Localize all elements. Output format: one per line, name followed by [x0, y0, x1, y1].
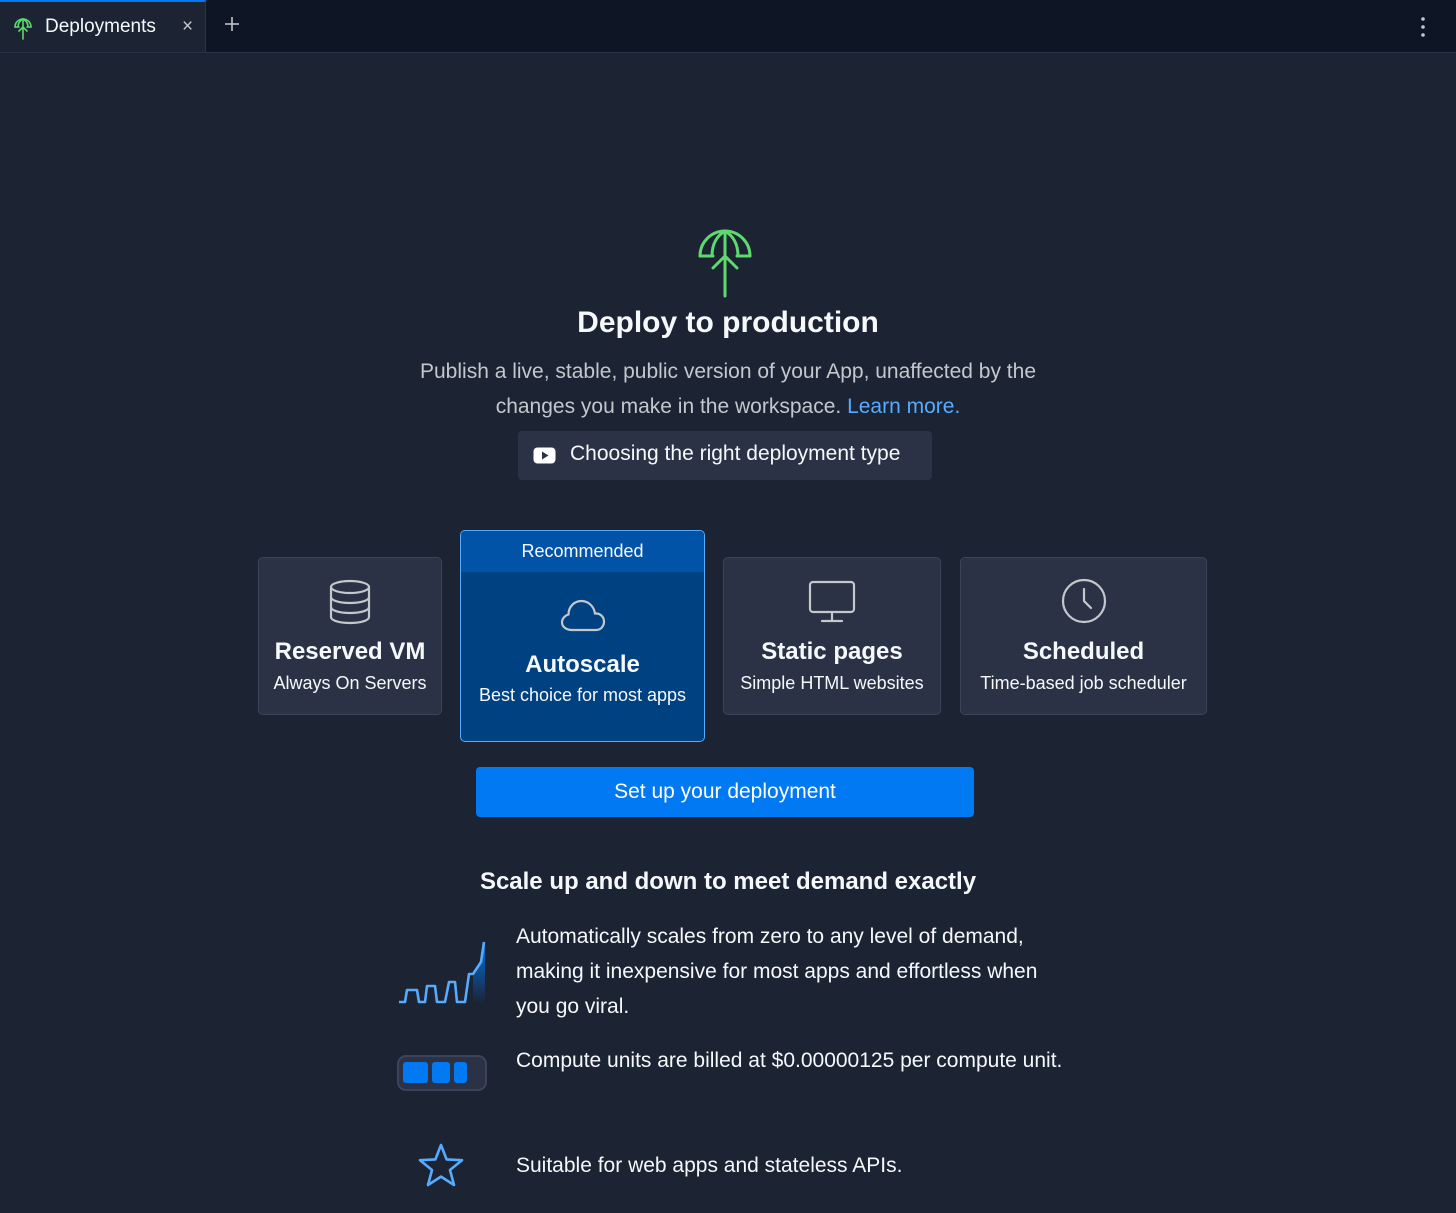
tab-deployments[interactable]: Deployments ×: [0, 0, 206, 52]
page-subtitle: Publish a live, stable, public version o…: [398, 354, 1058, 424]
video-guide-label: Choosing the right deployment type: [570, 442, 901, 465]
deploy-globe-icon: [14, 18, 32, 40]
feature-text: Suitable for web apps and stateless APIs…: [516, 1154, 903, 1177]
scaling-graph-icon: [399, 941, 486, 1004]
card-static-pages[interactable]: Static pages Simple HTML websites: [723, 557, 941, 715]
setup-deployment-button[interactable]: Set up your deployment: [476, 767, 974, 817]
youtube-icon: [533, 447, 556, 464]
feature-text: Compute units are billed at $0.00000125 …: [516, 1049, 1063, 1072]
deploy-globe-icon: [698, 229, 752, 298]
features-heading: Scale up and down to meet demand exactly: [479, 868, 977, 895]
tab-label: Deployments: [45, 16, 156, 37]
recommended-badge: Recommended: [461, 531, 704, 572]
battery-units-icon: [397, 1055, 487, 1091]
card-reserved-vm[interactable]: Reserved VM Always On Servers: [258, 557, 442, 715]
more-vertical-icon[interactable]: [1413, 16, 1433, 38]
card-scheduled[interactable]: Scheduled Time-based job scheduler: [960, 557, 1207, 715]
close-icon[interactable]: ×: [182, 16, 193, 38]
monitor-icon: [808, 580, 856, 623]
plus-icon[interactable]: [222, 14, 242, 34]
tab-bar: Deployments ×: [0, 0, 1456, 53]
card-title: Scheduled: [1022, 638, 1145, 665]
cloud-icon: [560, 599, 605, 632]
page-title: Deploy to production: [577, 306, 879, 339]
clock-icon: [1061, 578, 1106, 624]
card-title: Autoscale: [525, 651, 640, 678]
video-guide-button[interactable]: Choosing the right deployment type: [518, 431, 932, 480]
card-description: Simple HTML websites: [740, 673, 924, 693]
learn-more-link[interactable]: Learn more.: [847, 395, 960, 418]
feature-text: Automatically scales from zero to any le…: [516, 925, 1038, 1018]
database-icon: [329, 579, 371, 625]
card-description: Time-based job scheduler: [980, 673, 1187, 693]
card-title: Static pages: [761, 638, 903, 665]
star-icon: [418, 1143, 464, 1187]
card-description: Best choice for most apps: [478, 685, 687, 705]
card-description: Always On Servers: [273, 673, 427, 693]
card-autoscale[interactable]: Recommended Autoscale Best choice for mo…: [460, 530, 705, 742]
card-title: Reserved VM: [274, 638, 426, 665]
